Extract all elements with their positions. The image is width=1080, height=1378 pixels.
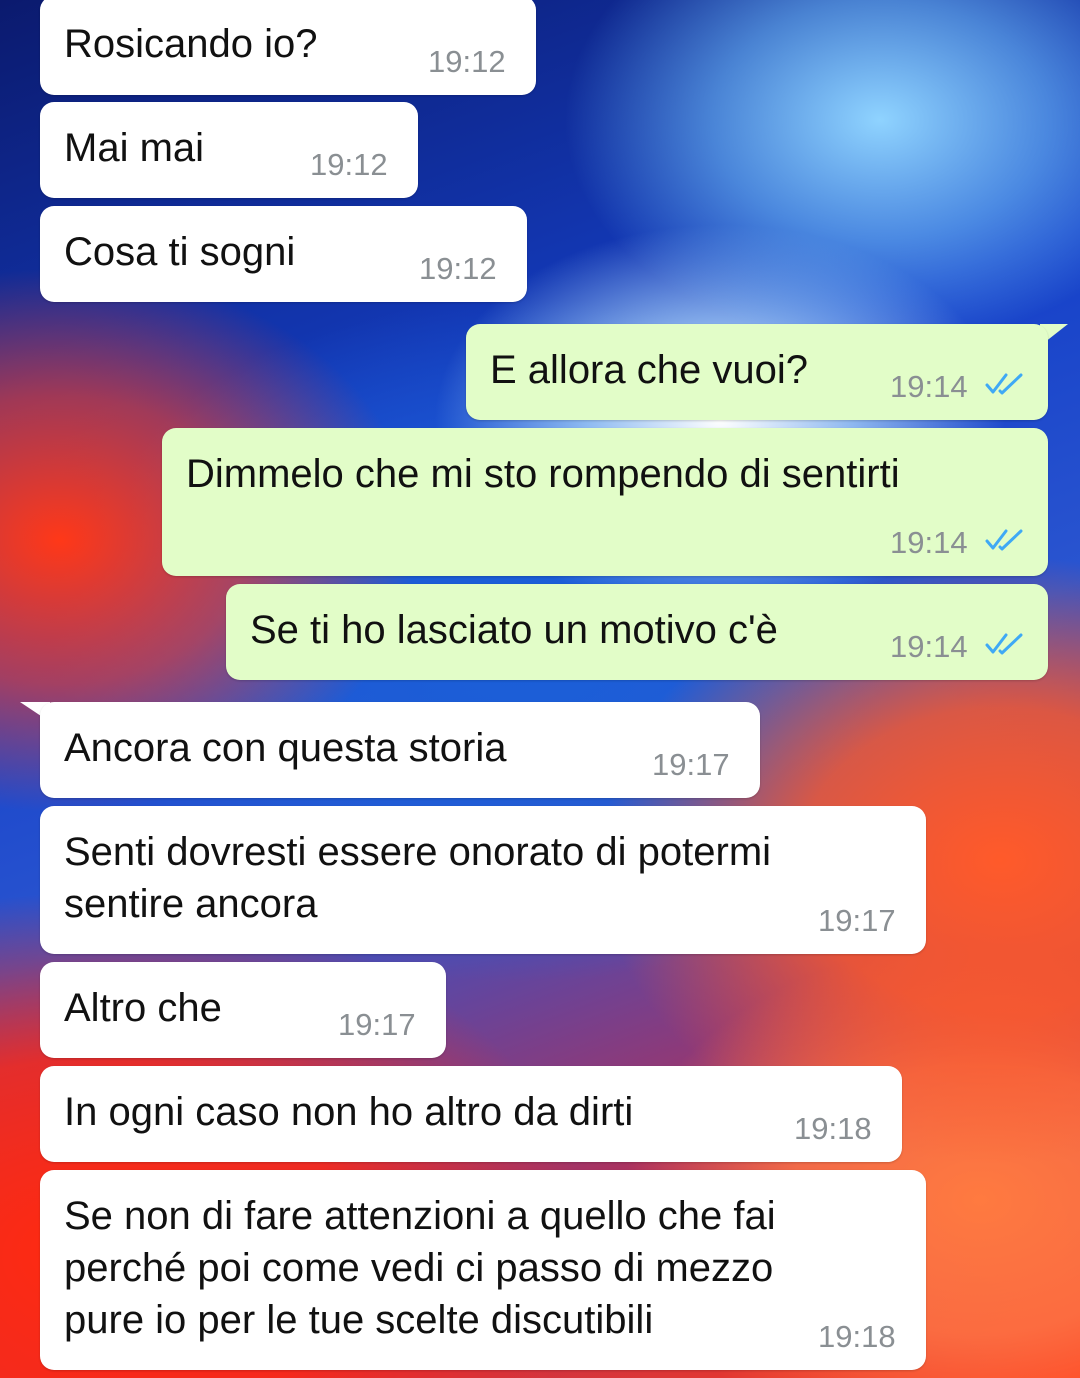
message-timestamp: 19:17 [818,903,896,938]
message-text: Se non di fare attenzioni a quello che f… [64,1194,776,1342]
message-text: Ancora con questa storia [64,726,507,770]
incoming-message[interactable]: Cosa ti sogni 19:12 [40,206,527,302]
read-double-check-icon [985,529,1023,551]
message-timestamp: 19:18 [818,1319,896,1354]
message-timestamp: 19:17 [652,747,730,782]
message-text: In ogni caso non ho altro da dirti [64,1090,634,1134]
read-double-check-icon [985,373,1023,395]
incoming-message[interactable]: In ogni caso non ho altro da dirti 19:18 [40,1066,902,1162]
message-text: Se ti ho lasciato un motivo c'è [250,608,778,652]
incoming-message[interactable]: Mai mai 19:12 [40,102,418,198]
message-timestamp: 19:14 [890,525,968,560]
message-text: Rosicando io? [64,22,318,66]
incoming-message[interactable]: Rosicando io? 19:12 [40,0,536,95]
message-text: Cosa ti sogni [64,230,296,274]
message-timestamp: 19:17 [338,1007,416,1042]
message-timestamp: 19:14 [890,369,968,404]
message-timestamp: 19:12 [310,147,388,182]
message-timestamp: 19:12 [428,44,506,79]
incoming-message[interactable]: Altro che 19:17 [40,962,446,1058]
incoming-message[interactable]: Senti dovresti essere onorato di potermi… [40,806,926,954]
message-timestamp: 19:18 [794,1111,872,1146]
outgoing-message[interactable]: Se ti ho lasciato un motivo c'è 19:14 [226,584,1048,680]
outgoing-message[interactable]: Dimmelo che mi sto rompendo di sentirti … [162,428,1048,576]
incoming-message[interactable]: Ancora con questa storia 19:17 [40,702,760,798]
message-text: E allora che vuoi? [490,348,808,392]
message-timestamp: 19:12 [419,251,497,286]
message-text: Dimmelo che mi sto rompendo di sentirti [186,452,900,496]
message-text: Senti dovresti essere onorato di potermi… [64,830,772,926]
message-text: Altro che [64,986,222,1030]
message-text: Mai mai [64,126,205,170]
outgoing-message[interactable]: E allora che vuoi? 19:14 [466,324,1048,420]
read-double-check-icon [985,633,1023,655]
message-timestamp: 19:14 [890,629,968,664]
incoming-message[interactable]: Se non di fare attenzioni a quello che f… [40,1170,926,1370]
